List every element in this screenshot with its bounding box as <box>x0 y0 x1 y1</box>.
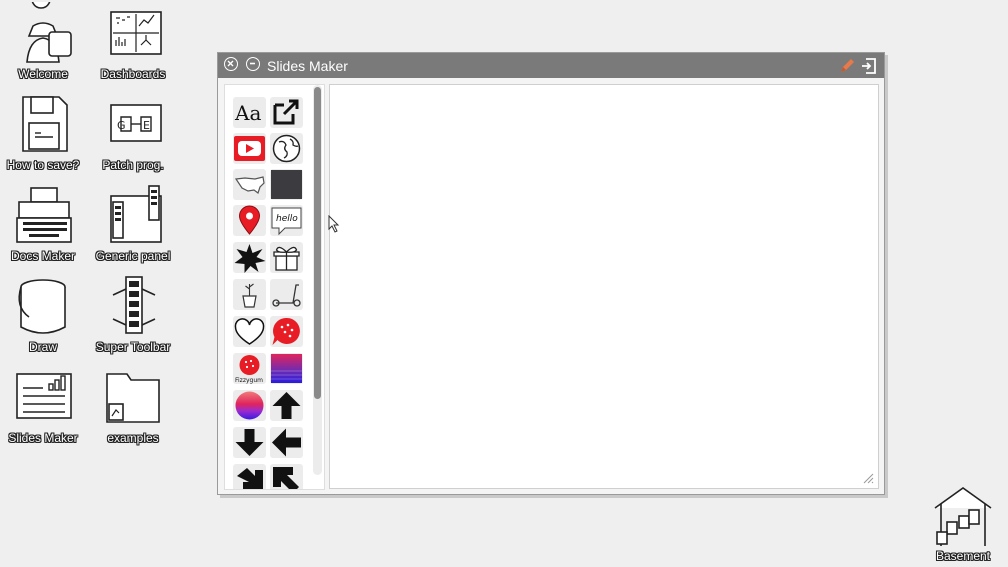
dashboard-icon <box>110 11 162 55</box>
palette-tile-globe[interactable] <box>270 133 303 164</box>
arrow-down-icon <box>235 429 264 456</box>
text-icon: Aa <box>234 101 261 125</box>
floppy-disk-icon <box>22 96 68 152</box>
external-link-icon <box>273 99 299 125</box>
desktop-icon-label: Slides Maker <box>8 431 78 445</box>
palette-tile-plant-pot[interactable] <box>233 279 266 310</box>
palette-tile-map-pin[interactable] <box>233 205 266 236</box>
scooter-icon <box>272 284 301 307</box>
toolbar-icon <box>112 276 156 334</box>
palette-scrollbar-thumb[interactable] <box>314 87 321 399</box>
palette-tile-dark-square[interactable] <box>270 169 303 200</box>
palette-tile-arrow-up[interactable] <box>270 390 303 421</box>
desktop-icon-label: Basement <box>935 549 991 563</box>
desktop-icon-slides-maker[interactable]: Slides Maker <box>0 366 86 445</box>
typewriter-icon <box>16 187 72 243</box>
fizzygum-bubble-icon <box>272 317 300 345</box>
window-titlebar[interactable]: Slides Maker <box>218 53 884 78</box>
palette-tile-starburst[interactable] <box>233 242 266 273</box>
youtube-icon <box>234 136 265 161</box>
speech-bubble-icon: hello <box>271 207 302 236</box>
palette-tile-speech-bubble[interactable]: hello <box>270 205 303 236</box>
desktop-icon-patch-prog[interactable]: G E Patch prog. <box>90 93 176 172</box>
arrow-up-left-icon <box>273 467 299 489</box>
gradient-square-icon <box>271 354 302 383</box>
palette-tile-scooter[interactable] <box>270 279 303 310</box>
desktop-icon-label: Dashboards <box>100 67 166 81</box>
desktop-icon-dashboards[interactable]: Dashboards <box>90 2 176 81</box>
desktop-icon-generic-panel[interactable]: Generic panel <box>90 184 176 263</box>
starburst-icon <box>234 244 266 273</box>
pencil-icon <box>841 59 854 72</box>
gift-box-icon <box>273 246 300 271</box>
palette-tile-youtube[interactable] <box>233 133 266 164</box>
palette-tile-arrow-left[interactable] <box>270 427 303 458</box>
desktop-icon-examples[interactable]: examples <box>90 366 176 445</box>
collapse-button[interactable] <box>246 57 260 71</box>
panel-icon <box>110 185 162 243</box>
welcome-figure-icon <box>26 2 72 63</box>
fizzygum-logo-text: Fizzygum <box>235 377 263 384</box>
desktop-icon-label: Generic panel <box>95 249 171 263</box>
palette-tile-arrow-up-left[interactable] <box>270 464 303 489</box>
folder-icon <box>106 373 160 423</box>
desktop-icon-basement[interactable]: Basement <box>920 486 1006 563</box>
desktop-icon-label: Patch prog. <box>102 158 164 172</box>
desktop-icon-super-toolbar[interactable]: Super Toolbar <box>90 275 176 354</box>
palette-tile-arrow-down-right[interactable] <box>233 464 266 489</box>
basement-icon <box>934 487 992 546</box>
desktop-icon-label: Welcome <box>18 67 68 81</box>
heart-icon <box>234 318 265 345</box>
widget-palette[interactable]: Aa hello Fizzygum <box>224 84 325 490</box>
desktop-icon-label: Draw <box>28 340 57 354</box>
palette-tile-gift-box[interactable] <box>270 242 303 273</box>
fizzygum-logo-icon: Fizzygum <box>235 355 263 384</box>
arrow-left-icon <box>272 428 301 457</box>
palette-tile-fizzygum-bubble[interactable] <box>270 316 303 347</box>
edit-button[interactable] <box>838 57 856 75</box>
patch-icon: G E <box>110 104 162 142</box>
text-tile-label: Aa <box>234 101 261 125</box>
close-button[interactable] <box>224 57 238 71</box>
desktop-icon-label: How to save? <box>6 158 80 172</box>
close-icon <box>227 60 234 67</box>
globe-icon <box>272 134 301 163</box>
map-pin-icon <box>238 205 261 235</box>
arrow-up-icon <box>272 392 301 419</box>
slides-icon <box>16 373 72 419</box>
slides-maker-window[interactable]: Slides Maker Aa hello Fizzygum <box>217 52 885 495</box>
plant-pot-icon <box>242 283 257 308</box>
palette-tile-text[interactable]: Aa <box>233 97 266 128</box>
resize-handle-icon[interactable] <box>862 472 874 484</box>
desktop-icon-draw[interactable]: Draw <box>0 275 86 354</box>
slide-canvas[interactable] <box>329 84 879 489</box>
window-title: Slides Maker <box>267 58 348 74</box>
palette-tile-gradient-square[interactable] <box>270 353 303 384</box>
speech-bubble-text: hello <box>276 214 298 224</box>
svg-text:E: E <box>143 119 150 132</box>
usa-map-icon <box>234 176 265 194</box>
desktop-icon-label: Super Toolbar <box>95 340 171 354</box>
palette-tile-external-link[interactable] <box>270 97 303 128</box>
svg-text:G: G <box>117 119 126 132</box>
arrow-down-right-icon <box>237 468 263 489</box>
paint-bucket-icon <box>18 279 66 334</box>
palette-tile-arrow-down[interactable] <box>233 427 266 458</box>
desktop-icon-label: Docs Maker <box>10 249 75 263</box>
dark-square-icon <box>271 170 302 199</box>
palette-tile-gradient-circle[interactable] <box>233 390 266 421</box>
exit-button[interactable] <box>860 57 878 75</box>
desktop-icon-welcome[interactable]: Welcome <box>0 2 86 81</box>
palette-tile-fizzygum-logo[interactable]: Fizzygum <box>233 353 266 384</box>
palette-tile-heart[interactable] <box>233 316 266 347</box>
desktop-icon-how-to-save[interactable]: How to save? <box>0 93 86 172</box>
palette-tile-usa-map[interactable] <box>233 169 266 200</box>
gradient-circle-icon <box>235 391 264 420</box>
minus-icon <box>250 62 255 65</box>
desktop-icon-docs-maker[interactable]: Docs Maker <box>0 184 86 263</box>
desktop-icon-label: examples <box>107 431 159 445</box>
exit-icon <box>862 58 876 74</box>
